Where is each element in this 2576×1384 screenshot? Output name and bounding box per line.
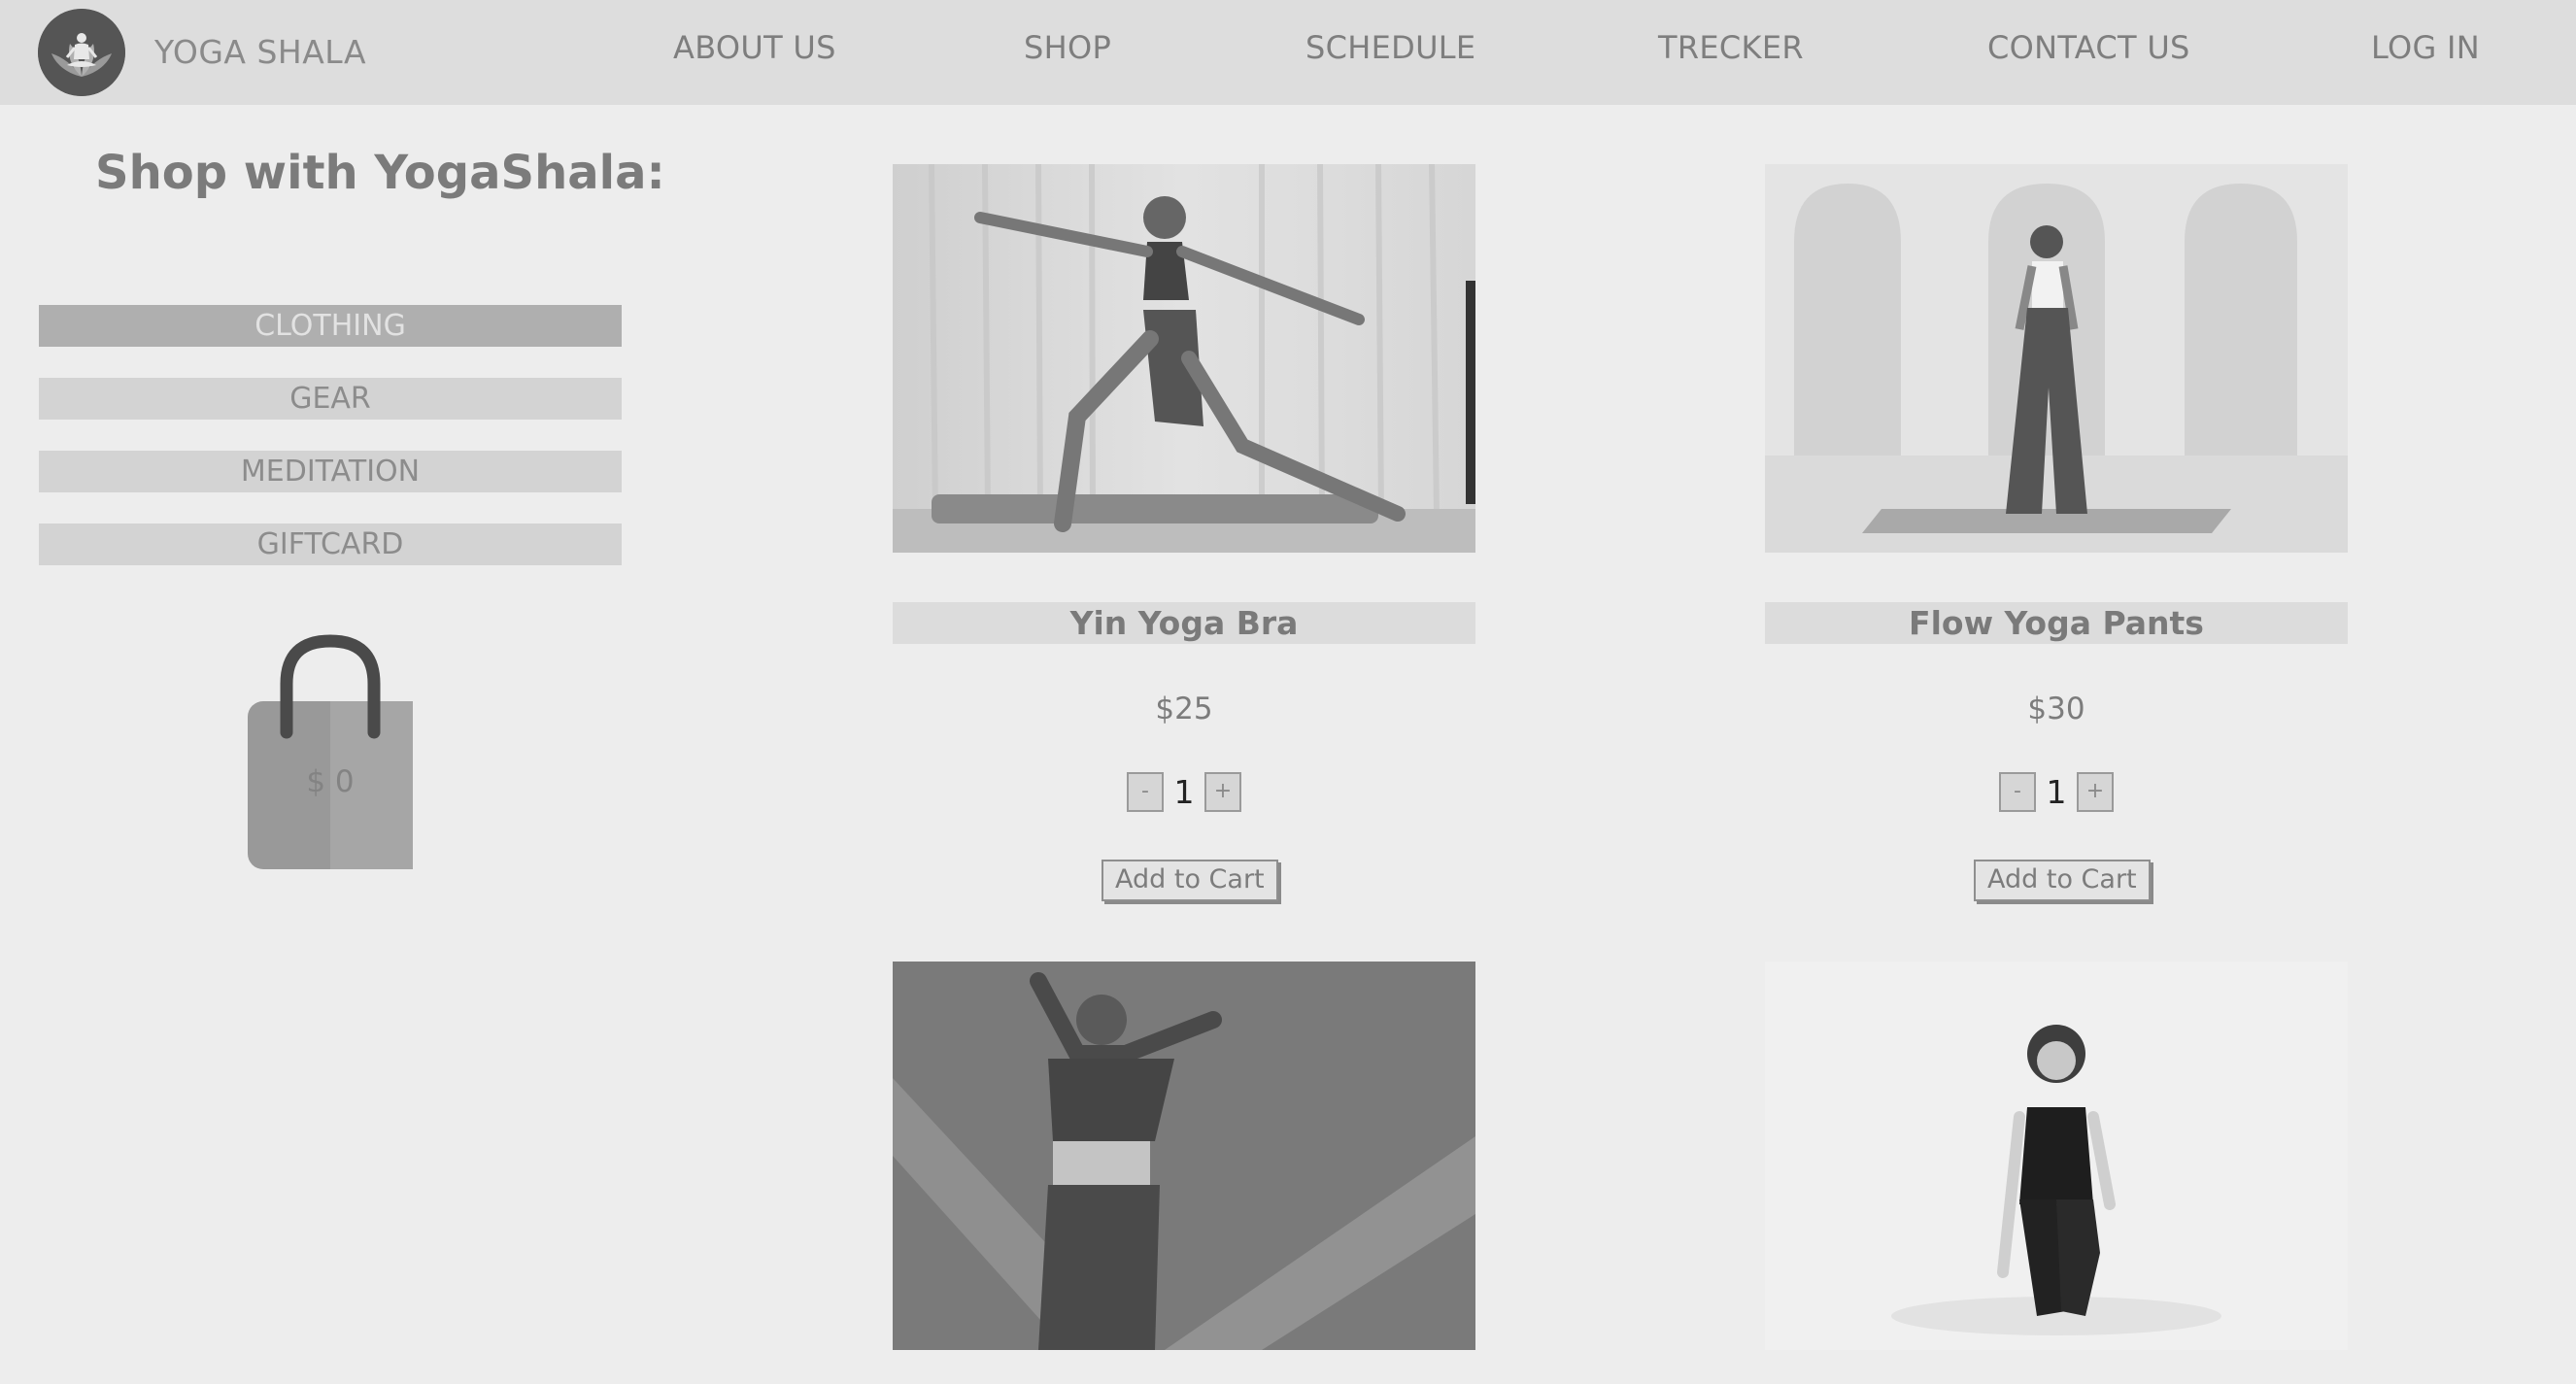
decrement-button[interactable]: - [1999, 771, 2036, 812]
product-image-flow-yoga-pants[interactable] [1765, 164, 2348, 553]
product-name-yin-yoga-bra: Yin Yoga Bra [893, 602, 1475, 644]
nav-trecker[interactable]: TRECKER [1658, 29, 1804, 66]
product-name-flow-yoga-pants: Flow Yoga Pants [1765, 602, 2348, 644]
lotus-meditation-icon[interactable] [38, 9, 125, 96]
cart-total: $ 0 [306, 764, 355, 799]
nav-contact-us[interactable]: CONTACT US [1987, 29, 2190, 66]
quantity-stepper: - 1 + [1765, 771, 2348, 812]
category-gear[interactable]: GEAR [39, 378, 622, 420]
product-image-3[interactable] [893, 962, 1475, 1350]
nav-schedule[interactable]: SCHEDULE [1305, 29, 1475, 66]
category-clothing[interactable]: CLOTHING [39, 305, 622, 347]
top-navbar: YOGA SHALA ABOUT US SHOP SCHEDULE TRECKE… [0, 0, 2576, 105]
decrement-button[interactable]: - [1127, 771, 1164, 812]
nav-shop[interactable]: SHOP [1024, 29, 1111, 66]
product-image-yin-yoga-bra[interactable] [893, 164, 1475, 553]
cart-bag[interactable]: $ 0 [248, 633, 413, 869]
quantity-value[interactable]: 1 [1169, 773, 1199, 811]
nav-about-us[interactable]: ABOUT US [673, 29, 836, 66]
product-price-flow-yoga-pants: $30 [2027, 692, 2085, 726]
product-price-yin-yoga-bra: $25 [1155, 692, 1213, 726]
increment-button[interactable]: + [1204, 771, 1241, 812]
product-image-4[interactable] [1765, 962, 2348, 1350]
nav-log-in[interactable]: LOG IN [2371, 29, 2480, 66]
shop-heading: Shop with YogaShala: [95, 146, 665, 200]
category-giftcard[interactable]: GIFTCARD [39, 523, 622, 565]
shopping-bag-icon [248, 634, 413, 869]
add-to-cart-button[interactable]: Add to Cart [1102, 860, 1278, 901]
increment-button[interactable]: + [2077, 771, 2114, 812]
quantity-value[interactable]: 1 [2042, 773, 2071, 811]
quantity-stepper: - 1 + [893, 771, 1475, 812]
category-meditation[interactable]: MEDITATION [39, 451, 622, 492]
brand-name[interactable]: YOGA SHALA [154, 33, 366, 71]
add-to-cart-button[interactable]: Add to Cart [1974, 860, 2151, 901]
